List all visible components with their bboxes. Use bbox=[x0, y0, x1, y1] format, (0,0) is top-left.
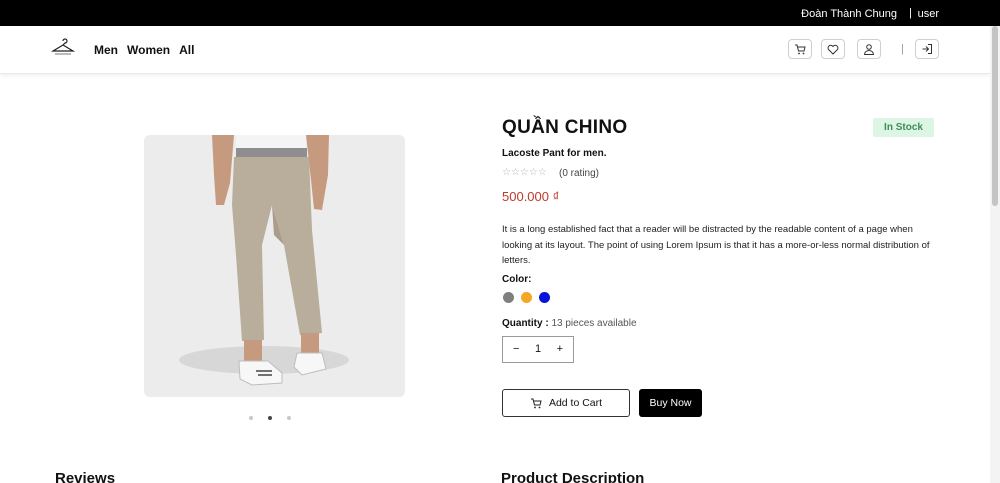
reviews-heading: Reviews bbox=[55, 470, 116, 483]
user-icon[interactable] bbox=[857, 39, 881, 59]
quantity-available: 13 pieces available bbox=[551, 318, 637, 329]
product-price: 500.000 ₫ bbox=[502, 189, 560, 204]
minus-button[interactable]: − bbox=[513, 344, 519, 355]
nav-link-men[interactable]: Men bbox=[94, 43, 118, 57]
carousel-dot-active[interactable] bbox=[268, 416, 272, 420]
main-nav: Men Women All bbox=[94, 43, 194, 57]
rating-stars-icon[interactable]: ☆☆☆☆☆ bbox=[502, 167, 547, 178]
logout-icon[interactable] bbox=[915, 39, 939, 59]
topbar-separator: | bbox=[909, 7, 912, 19]
carousel-dots bbox=[249, 416, 291, 420]
quantity-info: Quantity : 13 pieces available bbox=[502, 318, 637, 329]
color-swatch-gray[interactable] bbox=[503, 292, 514, 303]
page-scrollbar[interactable] bbox=[990, 26, 1000, 483]
rating-count: (0 rating) bbox=[559, 168, 600, 179]
color-label: Color: bbox=[502, 274, 532, 285]
add-to-cart-button[interactable]: Add to Cart bbox=[502, 389, 630, 417]
nav-separator: | bbox=[901, 43, 904, 55]
color-swatch-orange[interactable] bbox=[521, 292, 532, 303]
buy-now-button[interactable]: Buy Now bbox=[639, 389, 702, 417]
color-swatches bbox=[503, 292, 550, 303]
user-name[interactable]: Đoàn Thành Chung bbox=[801, 8, 897, 20]
carousel-dot[interactable] bbox=[287, 416, 291, 420]
stock-badge: In Stock bbox=[873, 118, 934, 137]
cart-icon bbox=[530, 398, 542, 408]
product-description-heading: Product Description bbox=[501, 470, 645, 483]
cart-icon[interactable] bbox=[788, 39, 812, 59]
buy-now-label: Buy Now bbox=[649, 397, 692, 409]
color-swatch-blue[interactable] bbox=[539, 292, 550, 303]
heart-icon[interactable] bbox=[821, 39, 845, 59]
quantity-label: Quantity : bbox=[502, 318, 549, 329]
scrollbar-thumb[interactable] bbox=[992, 26, 998, 206]
navbar: Men Women All | bbox=[0, 26, 990, 74]
quantity-value[interactable]: 1 bbox=[535, 344, 541, 355]
product-title: QUẦN CHINO bbox=[502, 117, 628, 138]
add-to-cart-label: Add to Cart bbox=[548, 397, 603, 409]
plus-button[interactable]: + bbox=[557, 344, 563, 355]
product-subtitle: Lacoste Pant for men. bbox=[502, 148, 607, 159]
carousel-dot[interactable] bbox=[249, 416, 253, 420]
quantity-stepper: − 1 + bbox=[502, 336, 574, 363]
nav-link-all[interactable]: All bbox=[179, 43, 194, 57]
top-bar: Đoàn Thành Chung | user bbox=[0, 0, 1000, 26]
product-description: It is a long established fact that a rea… bbox=[502, 224, 930, 266]
product-image[interactable] bbox=[144, 135, 405, 397]
nav-link-women[interactable]: Women bbox=[127, 43, 170, 57]
hanger-logo-icon[interactable] bbox=[50, 38, 76, 58]
user-role[interactable]: user bbox=[918, 8, 939, 20]
